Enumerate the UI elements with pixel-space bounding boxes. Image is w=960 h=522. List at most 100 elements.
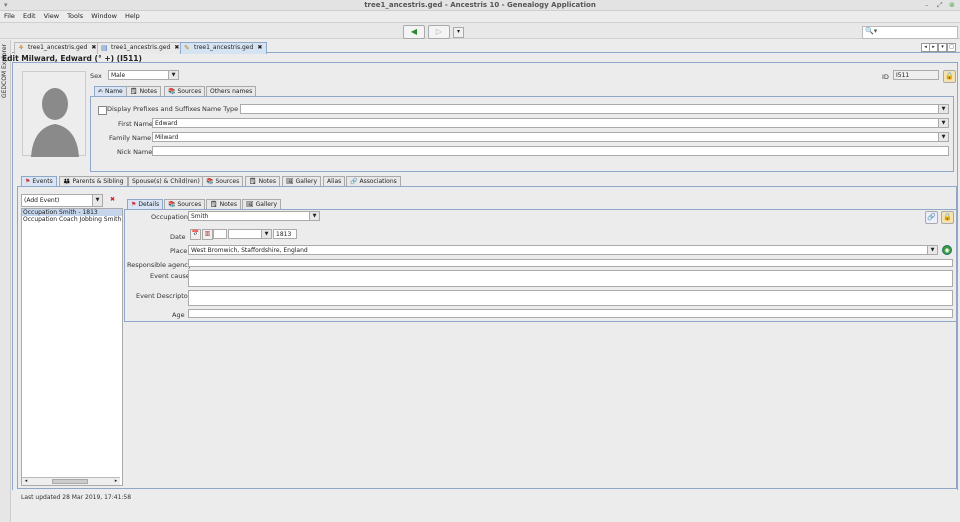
- doc-tab-1[interactable]: ⚘ tree1_ancestris.ged ✖: [14, 42, 102, 54]
- tab-label: Spouse(s) & Child(ren): [132, 178, 200, 185]
- close-tab-icon[interactable]: ✖: [257, 44, 262, 51]
- tab-label: Name: [105, 88, 123, 95]
- tab-label: Gallery: [255, 201, 277, 208]
- list-item[interactable]: Occupation Coach Jobbing Smith -: [22, 216, 122, 223]
- tab-label: Details: [138, 201, 160, 208]
- id-field[interactable]: I511: [893, 70, 939, 80]
- tab-gallery[interactable]: 🖼 Gallery: [282, 176, 321, 186]
- tab-spouses-children[interactable]: Spouse(s) & Child(ren): [128, 176, 204, 186]
- gedcom-explorer-sidebar[interactable]: GEDCOM Explorer: [0, 40, 11, 522]
- responsible-agency-field[interactable]: [188, 259, 953, 267]
- history-dropdown-button[interactable]: ▾: [453, 27, 464, 38]
- nick-name-label: Nick Name: [117, 148, 153, 156]
- name-type-select[interactable]: ▼: [240, 104, 949, 114]
- date-year-field[interactable]: 1813: [273, 229, 297, 239]
- close-window-button[interactable]: ⊗: [949, 1, 955, 9]
- menu-window[interactable]: Window: [91, 11, 117, 21]
- tab-event-notes[interactable]: 🗒 Notes: [206, 199, 241, 209]
- scroll-right-icon[interactable]: ▸: [113, 478, 119, 485]
- tab-name-notes[interactable]: 🗒 Notes: [126, 86, 161, 96]
- first-name-field[interactable]: Edward ▼: [152, 118, 949, 128]
- event-descriptor-field[interactable]: [188, 290, 953, 306]
- menu-view[interactable]: View: [44, 11, 59, 21]
- occupation-field[interactable]: Smith ▼: [188, 211, 320, 221]
- sex-select[interactable]: Male ▼: [108, 70, 179, 80]
- place-globe-button[interactable]: ◉: [942, 245, 952, 255]
- doc-tab-2[interactable]: ▤ tree1_ancestris.ged ✖: [97, 42, 185, 54]
- link-button[interactable]: 🔗: [925, 211, 938, 224]
- lock-event-button[interactable]: 🔒: [941, 211, 954, 224]
- maximize-button[interactable]: ⤢: [937, 1, 943, 10]
- doc-tab-3[interactable]: ✎ tree1_ancestris.ged ✖: [180, 42, 268, 54]
- lock-id-button[interactable]: 🔒: [943, 70, 956, 83]
- tab-label: Sources: [177, 201, 202, 208]
- family-icon: 👪: [63, 178, 71, 185]
- horizontal-scrollbar[interactable]: ◂ ▸: [22, 477, 120, 485]
- tab-name[interactable]: ✍ Name: [94, 86, 127, 96]
- tab-name-sources[interactable]: 📚 Sources: [164, 86, 206, 96]
- gedcom-explorer-label[interactable]: GEDCOM Explorer: [1, 44, 8, 98]
- tab-events[interactable]: ⚑ Events: [21, 176, 57, 186]
- forward-button[interactable]: ▷: [428, 25, 450, 39]
- name-icon: ✍: [98, 88, 104, 95]
- family-name-value: Milward: [155, 134, 179, 141]
- window-titlebar: ▾ tree1_ancestris.ged - Ancestris 10 - G…: [0, 0, 960, 11]
- list-item[interactable]: Occupation Smith - 1813: [22, 209, 122, 216]
- date-format-button[interactable]: ▥: [202, 229, 213, 240]
- add-event-select[interactable]: (Add Event) ▼: [21, 194, 103, 207]
- close-tab-icon[interactable]: ✖: [174, 44, 179, 51]
- last-updated-text: Last updated 28 Mar 2019, 17:41:58: [21, 494, 132, 501]
- add-event-value: (Add Event): [24, 197, 60, 204]
- date-label: Date: [170, 233, 186, 241]
- menu-help[interactable]: Help: [125, 11, 140, 21]
- tab-event-sources[interactable]: 📚 Sources: [164, 199, 206, 209]
- menu-file[interactable]: File: [4, 11, 15, 21]
- date-calendar-button[interactable]: 📅: [190, 229, 201, 240]
- place-field[interactable]: West Bromwich, Staffordshire, England ▼: [188, 245, 938, 255]
- tab-sources[interactable]: 📚 Sources: [202, 176, 244, 186]
- minimize-button[interactable]: –: [925, 1, 929, 9]
- age-field[interactable]: [188, 309, 953, 318]
- tab-details[interactable]: ⚑ Details: [127, 199, 164, 209]
- tab-event-gallery[interactable]: 🖼 Gallery: [242, 199, 281, 209]
- menu-tools[interactable]: Tools: [67, 11, 83, 21]
- date-day-field[interactable]: [213, 229, 227, 239]
- sex-label: Sex: [90, 72, 102, 80]
- gallery-icon: 🖼: [246, 201, 254, 208]
- person-photo[interactable]: [22, 71, 86, 157]
- menu-edit[interactable]: Edit: [23, 11, 36, 21]
- family-name-field[interactable]: Milward ▼: [152, 132, 949, 142]
- event-cause-field[interactable]: [188, 270, 953, 287]
- tab-other-names[interactable]: Others names: [206, 86, 257, 96]
- search-icon: 🔍▾: [865, 27, 878, 35]
- tab-alias[interactable]: Alias: [323, 176, 346, 186]
- display-prefixes-checkbox[interactable]: [98, 106, 107, 115]
- tab-list-icon[interactable]: ▾: [938, 43, 947, 52]
- date-month-select[interactable]: ▼: [228, 229, 272, 239]
- scroll-left-icon[interactable]: ◂: [23, 478, 29, 485]
- tab-label: Notes: [219, 201, 237, 208]
- link-icon: 🔗: [927, 213, 936, 221]
- nick-name-field[interactable]: [152, 146, 949, 156]
- notes-icon: 🗒: [210, 201, 218, 208]
- search-input[interactable]: 🔍▾: [862, 26, 958, 39]
- maximize-window-icon[interactable]: □: [947, 43, 956, 52]
- delete-event-button[interactable]: ✖: [108, 196, 117, 205]
- lock-icon: 🔒: [943, 213, 952, 221]
- tab-parents-sibling[interactable]: 👪 Parents & Sibling: [59, 176, 128, 186]
- doc-tab-label: tree1_ancestris.ged: [28, 44, 88, 51]
- tab-label: Parents & Sibling: [72, 178, 124, 185]
- scrollbar-thumb[interactable]: [52, 479, 88, 484]
- tab-notes[interactable]: 🗒 Notes: [245, 176, 280, 186]
- id-label: ID: [882, 73, 889, 81]
- tab-label: Sources: [177, 88, 202, 95]
- tab-associations[interactable]: 🔗 Associations: [346, 176, 401, 186]
- scroll-tabs-right-icon[interactable]: ▸: [929, 43, 938, 52]
- close-tab-icon[interactable]: ✖: [91, 44, 96, 51]
- sources-icon: 📚: [168, 201, 176, 208]
- back-button[interactable]: ◀: [403, 25, 425, 39]
- sources-icon: 📚: [206, 178, 214, 185]
- chevron-down-icon: ▼: [938, 105, 948, 113]
- first-name-label: First Name: [118, 120, 153, 128]
- events-list[interactable]: Occupation Smith - 1813 Occupation Coach…: [21, 208, 123, 486]
